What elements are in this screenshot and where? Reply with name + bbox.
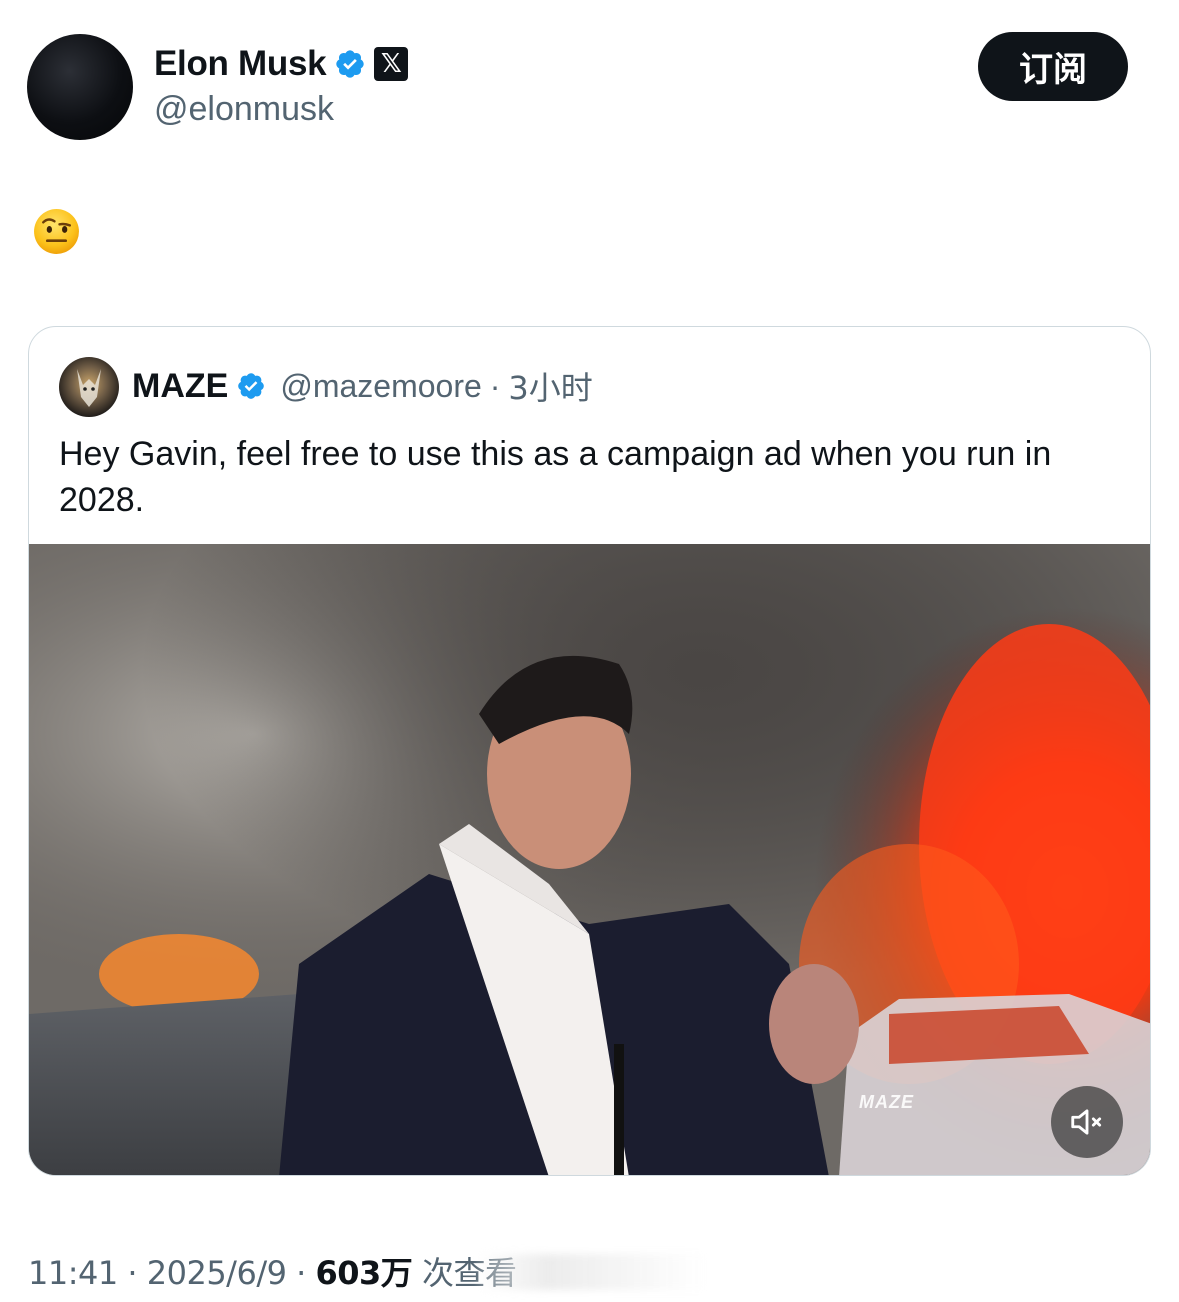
mute-toggle-button[interactable] [1051, 1086, 1123, 1158]
subscribe-button[interactable]: 订阅 [978, 32, 1128, 101]
video-watermark: MAZE [859, 1092, 914, 1112]
raised-eyebrow-emoji-icon [34, 209, 79, 254]
author-name-row: Elon Musk 𝕏 [154, 44, 409, 84]
verified-badge-icon [238, 373, 265, 399]
quoted-post-card[interactable]: MAZE @mazemoore · 3小时 Hey Gavin, feel fr… [28, 326, 1151, 1176]
view-count[interactable]: 603万 [315, 1248, 412, 1294]
author-avatar[interactable] [27, 34, 133, 140]
author-name[interactable]: Elon Musk [154, 44, 327, 84]
blurred-overlay [478, 1254, 708, 1290]
post-date[interactable]: 2025/6/9 [147, 1254, 287, 1292]
post-time[interactable]: 11:41 [28, 1254, 118, 1292]
separator-dot: · [117, 1254, 147, 1292]
quoted-header: MAZE @mazemoore · 3小时 [132, 363, 593, 409]
quoted-author-avatar[interactable] [59, 357, 119, 417]
quoted-author-handle[interactable]: @mazemoore [280, 368, 481, 405]
speaker-muted-icon [1071, 1109, 1102, 1135]
x-affiliate-icon: 𝕏 [374, 47, 409, 81]
verified-badge-icon [336, 50, 364, 78]
separator-dot: · [489, 367, 501, 404]
separator-dot: · [286, 1254, 316, 1292]
dog-logo-icon [77, 369, 101, 407]
quoted-post-text: Hey Gavin, feel free to use this as a ca… [59, 435, 1052, 519]
quoted-video[interactable]: MAZE [29, 544, 1150, 1175]
author-handle[interactable]: @elonmusk [154, 90, 334, 129]
quoted-author-name[interactable]: MAZE [132, 367, 228, 406]
quoted-timestamp[interactable]: 3小时 [508, 363, 592, 409]
post: Elon Musk 𝕏 @elonmusk 订阅 MAZE @mazemoore… [0, 0, 1179, 1302]
post-meta: 11:41 · 2025/6/9 · 603万 次查看 [28, 1248, 517, 1294]
video-frame [29, 544, 1150, 1175]
